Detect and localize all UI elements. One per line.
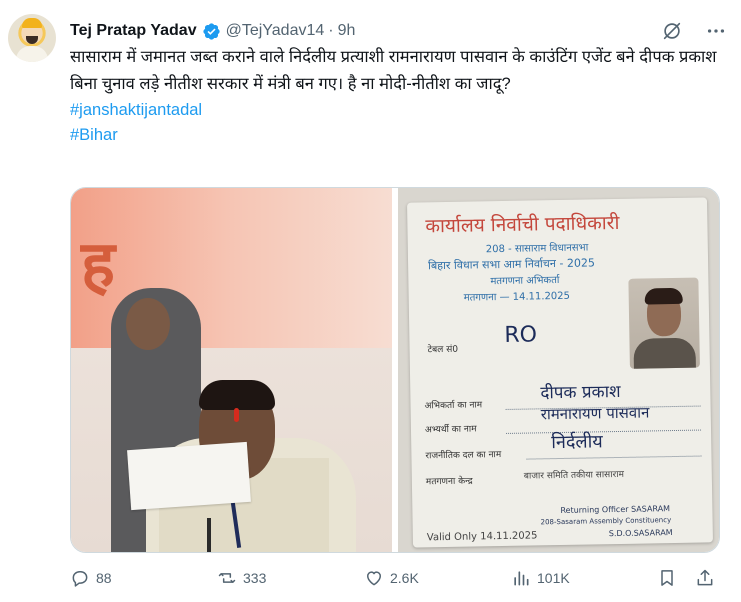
repost-icon [218, 573, 236, 583]
repost-count: 333 [243, 570, 267, 586]
author-avatar[interactable] [8, 14, 56, 62]
like-button[interactable]: 2.6K [364, 568, 419, 588]
hashtag-bihar[interactable]: #Bihar [70, 123, 730, 148]
speaker-hair [199, 380, 275, 410]
avatar-cap [22, 18, 42, 28]
views-count: 101K [537, 570, 570, 586]
background-person-head [126, 298, 170, 350]
candidate-name-rule [506, 429, 702, 434]
share-button[interactable] [695, 568, 721, 588]
avatar-beard [26, 36, 38, 44]
microphone-stand [207, 518, 211, 552]
candidate-name-value: रामनारायण पासवान [540, 403, 650, 424]
speaker-tilak [234, 408, 239, 422]
office-label: S.D.O.SASARAM [608, 528, 673, 539]
reply-button[interactable]: 88 [70, 568, 112, 588]
repost-button[interactable]: 333 [217, 568, 266, 588]
avatar-shirt [16, 46, 48, 62]
party-name-label: राजनीतिक दल का नाम [425, 450, 502, 462]
banner-glyph: ह [81, 228, 115, 302]
table-label: टेबल सं0 [427, 344, 459, 356]
card-photo [628, 277, 700, 369]
card-photo-shirt [633, 337, 697, 369]
bookmark-icon [661, 570, 673, 586]
party-name-rule [526, 455, 702, 460]
more-icon[interactable] [705, 20, 727, 42]
views-icon [514, 571, 529, 586]
card-counting-date: मतगणना — 14.11.2025 [463, 290, 571, 304]
table-value: RO [504, 322, 538, 348]
header-separator: · [328, 22, 334, 39]
counting-agent-card: कार्यालय निर्वाची पदाधिकारी 208 - सासारा… [407, 197, 713, 548]
card-election: बिहार विधान सभा आम निर्वाचन - 2025 [428, 256, 596, 273]
agent-name-label: अभिकर्ता का नाम [424, 400, 483, 412]
card-role: मतगणना अभिकर्ता [490, 274, 560, 288]
candidate-name-label: अभ्यर्थी का नाम [424, 424, 477, 436]
bookmark-button[interactable] [657, 568, 683, 588]
author-name[interactable]: Tej Pratap Yadav [70, 22, 197, 40]
constituency-label: 208-Sasaram Assembly Constituency [540, 516, 672, 527]
author-handle[interactable]: @TejYadav14 [226, 22, 325, 40]
views-button[interactable]: 101K [511, 568, 570, 588]
hashtag-janshaktijantadal[interactable]: #janshaktijantadal [70, 98, 730, 123]
share-icon [697, 569, 713, 586]
grok-icon[interactable] [661, 20, 683, 42]
counting-centre-label: मतगणना केन्द्र [425, 476, 473, 488]
reply-icon [72, 571, 88, 587]
tweet-top-icons [661, 20, 727, 42]
tweet-media[interactable]: ह कार्यालय निर्वाची पदाधिकारी 208 - सासा… [70, 187, 720, 553]
photo-counting-agent-card[interactable]: कार्यालय निर्वाची पदाधिकारी 208 - सासारा… [398, 188, 719, 552]
like-count: 2.6K [390, 570, 419, 586]
card-title: कार्यालय निर्वाची पदाधिकारी [425, 211, 620, 238]
tweet-body: सासाराम में जमानत जब्त कराने वाले निर्दल… [70, 44, 730, 148]
speaker-paper [127, 441, 251, 511]
counting-centre-value: बाजार समिति तकीया सासाराम [523, 469, 625, 482]
like-icon [367, 571, 381, 586]
card-constituency-hi: 208 - सासाराम विधानसभा [485, 242, 589, 256]
agent-name-value: दीपक प्रकाश [540, 381, 621, 404]
tweet-time[interactable]: 9h [338, 22, 356, 40]
verified-badge-icon [202, 22, 221, 41]
returning-officer-label: Returning Officer SASARAM [560, 504, 671, 516]
reply-count: 88 [96, 570, 112, 586]
validity-label: Valid Only 14.11.2025 [426, 530, 538, 544]
tweet-header: Tej Pratap Yadav @TejYadav14 · 9h [70, 20, 355, 42]
photo-swearing-in[interactable]: ह [71, 188, 392, 552]
tweet-text: सासाराम में जमानत जब्त कराने वाले निर्दल… [70, 48, 717, 93]
party-name-value: निर्दलीय [551, 431, 603, 454]
tweet-actions: 88 333 2.6K 101K [70, 568, 720, 592]
card-photo-hair [644, 287, 683, 305]
